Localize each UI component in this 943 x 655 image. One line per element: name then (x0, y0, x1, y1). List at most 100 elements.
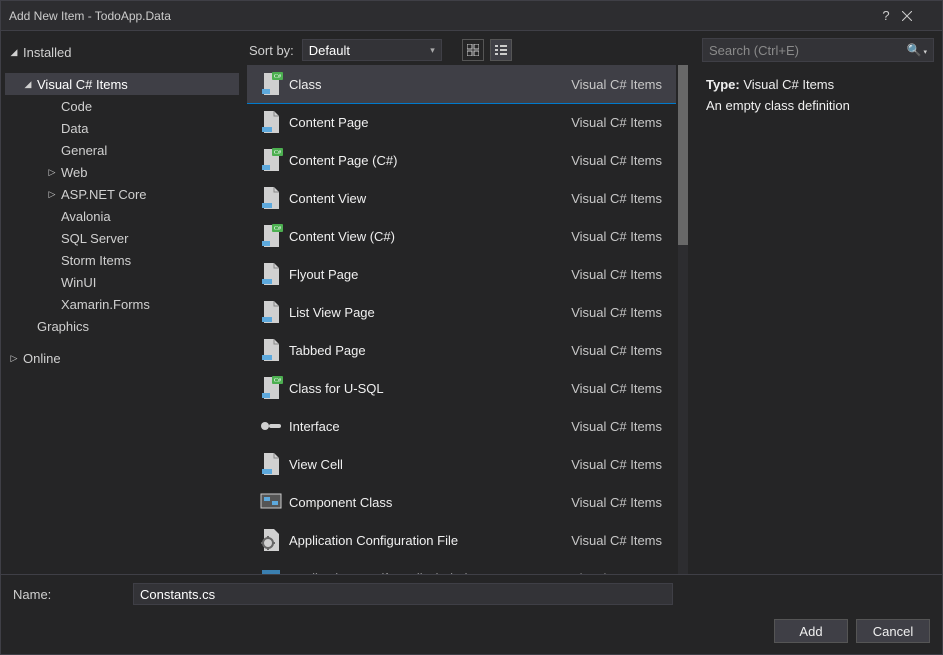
template-icon (253, 109, 289, 135)
template-category: Visual C# Items (571, 419, 662, 434)
tree-item[interactable]: Storm Items (5, 249, 239, 271)
template-item[interactable]: Tabbed PageVisual C# Items (247, 331, 676, 369)
template-icon: C# (253, 375, 289, 401)
search-input[interactable] (709, 43, 903, 58)
tree-installed[interactable]: Installed (5, 41, 239, 63)
template-list: C#ClassVisual C# ItemsContent PageVisual… (247, 65, 676, 574)
tree-online[interactable]: Online (5, 347, 239, 369)
list-scrollbar[interactable] (676, 65, 690, 574)
add-button[interactable]: Add (774, 619, 848, 643)
tree-item[interactable]: General (5, 139, 239, 161)
tree-label: Storm Items (61, 253, 131, 268)
sort-bar: Sort by: Default ▾ (247, 31, 694, 65)
search-box[interactable]: 🔍▾ (702, 38, 934, 62)
name-input[interactable] (133, 583, 673, 605)
template-category: Visual C# Items (571, 571, 662, 575)
tree-item[interactable]: Web (5, 161, 239, 183)
scrollbar-thumb[interactable] (678, 65, 688, 245)
template-icon: C# (253, 223, 289, 249)
tree-label: SQL Server (61, 231, 128, 246)
tree-label: Avalonia (61, 209, 111, 224)
template-description: An empty class definition (706, 98, 930, 113)
template-icon (253, 413, 289, 439)
view-list-button[interactable] (490, 39, 512, 61)
tree-label: WinUI (61, 275, 96, 290)
tree-label: General (61, 143, 107, 158)
tree-arrow-icon (47, 189, 57, 200)
tree-item[interactable]: Avalonia (5, 205, 239, 227)
tree-item[interactable]: Data (5, 117, 239, 139)
chevron-down-icon: ▾ (430, 45, 435, 56)
sort-label: Sort by: (249, 43, 294, 58)
template-icon (253, 489, 289, 515)
template-name: Interface (289, 419, 571, 434)
template-item[interactable]: C#Class for U-SQLVisual C# Items (247, 369, 676, 407)
search-wrap: 🔍▾ (694, 31, 942, 65)
type-value: Visual C# Items (743, 77, 834, 92)
tree-item[interactable]: WinUI (5, 271, 239, 293)
template-item[interactable]: Content PageVisual C# Items (247, 103, 676, 141)
tree-label: Visual C# Items (37, 77, 128, 92)
tree-label: Online (23, 351, 61, 366)
close-button[interactable] (902, 11, 934, 21)
name-label: Name: (13, 587, 133, 602)
template-name: Content View (C#) (289, 229, 571, 244)
template-item[interactable]: Flyout PageVisual C# Items (247, 255, 676, 293)
template-category: Visual C# Items (571, 191, 662, 206)
button-row: Add Cancel (13, 619, 930, 643)
template-icon (253, 261, 289, 287)
svg-text:C#: C# (274, 150, 281, 156)
tree-item[interactable]: Code (5, 95, 239, 117)
name-row: Name: (13, 583, 930, 605)
tree-arrow-icon (9, 47, 19, 58)
template-panel: Sort by: Default ▾ (247, 31, 694, 574)
tiles-icon (467, 44, 479, 56)
tree-item[interactable]: Xamarin.Forms (5, 293, 239, 315)
template-name: View Cell (289, 457, 571, 472)
tree-item[interactable]: SQL Server (5, 227, 239, 249)
template-category: Visual C# Items (571, 495, 662, 510)
template-category: Visual C# Items (571, 153, 662, 168)
template-item[interactable]: Content ViewVisual C# Items (247, 179, 676, 217)
template-item[interactable]: C#ClassVisual C# Items (247, 65, 676, 103)
tree-label: Xamarin.Forms (61, 297, 150, 312)
svg-text:C#: C# (274, 74, 281, 80)
template-category: Visual C# Items (571, 533, 662, 548)
cancel-button[interactable]: Cancel (856, 619, 930, 643)
template-item[interactable]: C# Content Page (C#)Visual C# Items (247, 141, 676, 179)
template-category: Visual C# Items (571, 305, 662, 320)
template-name: Application Manifest File (Windows (289, 571, 571, 575)
template-icon (253, 185, 289, 211)
type-row: Type: Visual C# Items (706, 77, 930, 92)
add-new-item-dialog: Add New Item - TodoApp.Data ? Installed … (0, 0, 943, 655)
template-item[interactable]: View CellVisual C# Items (247, 445, 676, 483)
template-item[interactable]: Application Manifest File (WindowsVisual… (247, 559, 676, 574)
template-item[interactable]: C#Content View (C#)Visual C# Items (247, 217, 676, 255)
template-category: Visual C# Items (571, 267, 662, 282)
help-button[interactable]: ? (870, 8, 902, 23)
tree-graphics[interactable]: Graphics (5, 315, 239, 337)
info-panel: 🔍▾ Type: Visual C# Items An empty class … (694, 31, 942, 574)
template-name: Component Class (289, 495, 571, 510)
list-icon (495, 44, 507, 56)
window-title: Add New Item - TodoApp.Data (9, 9, 870, 23)
tree-csharp-items[interactable]: Visual C# Items (5, 73, 239, 95)
tree-label: Data (61, 121, 88, 136)
template-icon (253, 527, 289, 553)
template-name: List View Page (289, 305, 571, 320)
tree-arrow-icon (47, 167, 57, 178)
template-name: Application Configuration File (289, 533, 571, 548)
sort-dropdown[interactable]: Default ▾ (302, 39, 442, 61)
template-item[interactable]: List View PageVisual C# Items (247, 293, 676, 331)
template-category: Visual C# Items (571, 343, 662, 358)
template-item[interactable]: InterfaceVisual C# Items (247, 407, 676, 445)
tree-item[interactable]: ASP.NET Core (5, 183, 239, 205)
template-name: Content Page (C#) (289, 153, 571, 168)
view-tiles-button[interactable] (462, 39, 484, 61)
svg-text:C#: C# (274, 378, 281, 384)
template-item[interactable]: Application Configuration FileVisual C# … (247, 521, 676, 559)
template-item[interactable]: Component ClassVisual C# Items (247, 483, 676, 521)
tree-label: ASP.NET Core (61, 187, 147, 202)
search-icon[interactable]: 🔍▾ (907, 43, 927, 57)
title-bar[interactable]: Add New Item - TodoApp.Data ? (1, 1, 942, 31)
